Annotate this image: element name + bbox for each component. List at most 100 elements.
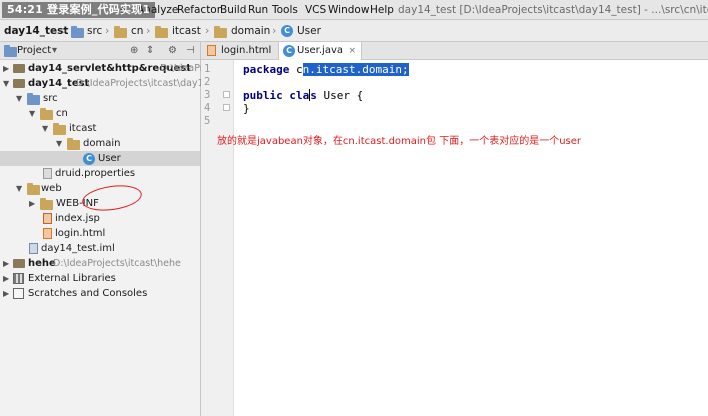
line-number: 3 [204,89,211,101]
tree-item-label: itcast [69,123,97,134]
line-number: 1 [204,63,211,75]
class-icon: C [83,153,95,165]
iml-file-icon [29,243,38,254]
project-panel: Project ▾ ⊕ ⇕ ⚙ ⊣ ▶ day14_servlet&http&r… [0,42,224,416]
line-number: 4 [204,102,211,114]
tree-item-label: cn [56,108,68,119]
html-file-icon [207,45,216,56]
tree-item-label: Scratches and Consoles [28,288,148,299]
tab-user-java[interactable]: C User.java × [278,42,363,60]
breadcrumb-project[interactable]: day14_test [4,24,68,38]
collapse-all-icon[interactable]: ⇕ [146,44,154,58]
source-folder-icon [27,93,40,105]
tree-item-file[interactable]: day14_test.iml [0,241,200,256]
tree-item-package[interactable]: ▼ itcast [0,121,200,136]
chevron-down-icon[interactable]: ▼ [3,77,9,90]
chevron-down-icon[interactable]: ▾ [52,44,57,58]
tree-item-module[interactable]: ▼ day14_test D:\IdeaProjects\itcast\day1… [0,76,224,91]
chevron-down-icon[interactable]: ▼ [16,92,22,105]
close-icon[interactable]: × [348,42,356,60]
chevron-right-icon: › [272,24,277,37]
project-panel-title[interactable]: Project [17,44,51,58]
tree-item-package[interactable]: ▼ cn [0,106,200,121]
class-name: User { [323,89,364,102]
window-title: day14_test [D:\IdeaProjects\itcast\day14… [398,4,708,16]
module-icon [13,259,25,268]
tree-item-file[interactable]: druid.properties [0,166,200,181]
chevron-right-icon: › [146,24,151,37]
gear-icon[interactable]: ⚙ [168,44,177,58]
tree-item-scratches[interactable]: ▶ Scratches and Consoles [0,286,200,301]
keyword-public: public [243,89,283,102]
module-icon [13,64,25,73]
class-icon: C [281,25,293,37]
html-file-icon [43,228,52,239]
fold-icon[interactable] [223,104,230,111]
menu-item-window[interactable]: Window [328,3,369,17]
folder-icon [40,198,53,210]
menu-item-run[interactable]: Run [248,3,268,17]
menu-bar: e Analyze Refactor Build Run Tools VCS W… [0,0,708,20]
tree-item-label: day14_test.iml [41,243,115,254]
jsp-file-icon [43,213,52,224]
line-number: 5 [204,115,211,127]
hide-panel-icon[interactable]: ⊣ [186,44,195,58]
breadcrumb-cn[interactable]: cn [131,24,143,38]
keyword-package: package [243,63,290,76]
properties-file-icon [43,168,52,179]
tree-item-label: domain [83,138,121,149]
tree-item-package[interactable]: ▼ domain [0,136,200,151]
tree-item-file[interactable]: login.html [0,226,200,241]
project-view-icon [4,45,17,57]
closing-brace: } [243,102,250,115]
tree-item-folder[interactable]: ▼ src [0,91,200,106]
tree-item-file[interactable]: index.jsp [0,211,200,226]
menu-item-vcs[interactable]: VCS [305,3,326,17]
tree-item-libraries[interactable]: ▶ External Libraries [0,271,200,286]
tree-item-path: D:\IdeaProjects\itcast\hehe [53,258,181,269]
package-icon [67,138,80,150]
module-icon [13,79,25,88]
tab-login-html[interactable]: login.html × [203,42,289,60]
tree-item-label: druid.properties [55,168,136,179]
code-editor[interactable]: package cn.itcast.domain; public clas Us… [235,60,708,416]
tree-item-module[interactable]: ▶ day14_servlet&http&request D:\IdeaProj [0,61,212,76]
line-number: 2 [204,76,211,88]
source-folder-icon [71,26,84,38]
keyword-class: cla [289,89,310,102]
chevron-right-icon[interactable]: ▶ [3,287,9,300]
package-icon [40,108,53,120]
chevron-right-icon[interactable]: ▶ [3,272,9,285]
scroll-from-source-icon[interactable]: ⊕ [130,44,138,58]
tree-item-label: web [41,183,62,194]
tree-item-module[interactable]: ▶ hehe D:\IdeaProjects\itcast\hehe [0,256,200,271]
tree-item-class[interactable]: C User [0,151,200,166]
tab-label: login.html [221,45,272,56]
chevron-right-icon[interactable]: ▶ [29,197,35,210]
breadcrumb-itcast[interactable]: itcast [172,24,201,38]
breadcrumb-src[interactable]: src [87,24,102,38]
code-line-4: } [243,102,250,115]
chevron-right-icon[interactable]: ▶ [3,62,9,75]
tree-item-label: login.html [55,228,106,239]
breadcrumb-domain[interactable]: domain [231,24,270,38]
chevron-down-icon[interactable]: ▼ [29,107,35,120]
red-annotation-text: 放的就是javabean对象，在cn.itcast.domain包 下面，一个表… [217,136,582,147]
menu-item-tools[interactable]: Tools [272,3,298,17]
video-overlay-title: 54:21 登录案例_代码实现1 [2,2,156,18]
package-icon [53,123,66,135]
chevron-down-icon[interactable]: ▼ [56,137,62,150]
menu-item-build[interactable]: Build [220,3,246,17]
breadcrumb-user[interactable]: User [297,24,321,38]
fold-icon[interactable] [223,91,230,98]
menu-item-refactor[interactable]: Refactor [177,3,221,17]
editor-gutter: 1 2 3 4 5 [201,60,234,416]
package-icon [214,26,227,38]
scratches-icon [13,288,24,299]
menu-item-help[interactable]: Help [370,3,394,17]
chevron-down-icon[interactable]: ▼ [42,122,48,135]
chevron-right-icon[interactable]: ▶ [3,257,9,270]
class-icon: C [283,45,295,57]
chevron-down-icon[interactable]: ▼ [16,182,22,195]
project-panel-header: Project ▾ ⊕ ⇕ ⚙ ⊣ [0,42,200,60]
